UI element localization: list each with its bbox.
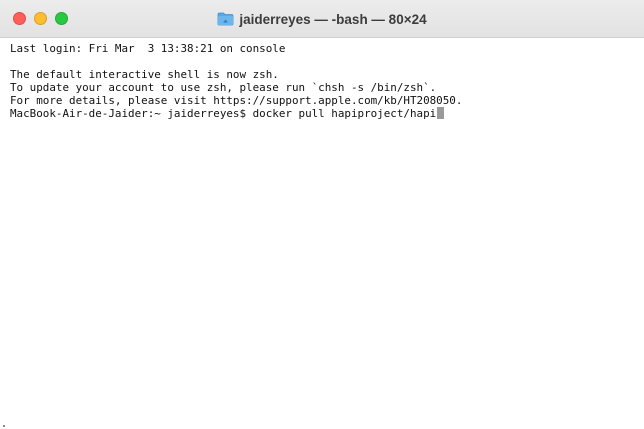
terminal-content[interactable]: Last login: Fri Mar 3 13:38:21 on consol… [10, 42, 638, 120]
terminal-line: The default interactive shell is now zsh… [10, 68, 279, 81]
terminal-line: To update your account to use zsh, pleas… [10, 81, 437, 94]
window-title-group: jaiderreyes — -bash — 80×24 [0, 9, 644, 29]
terminal-line: Last login: Fri Mar 3 13:38:21 on consol… [10, 42, 286, 55]
command-line[interactable]: MacBook-Air-de-Jaider:~ jaiderreyes$ doc… [10, 107, 638, 120]
typed-command: docker pull hapiproject/hapi [252, 107, 437, 120]
text-cursor [437, 107, 445, 119]
window-title: jaiderreyes — -bash — 80×24 [239, 11, 427, 27]
terminal-line: For more details, please visit https://s… [10, 94, 463, 107]
resize-corner-mark [3, 425, 5, 427]
shell-prompt: MacBook-Air-de-Jaider:~ jaiderreyes$ [10, 107, 253, 120]
title-bar[interactable]: jaiderreyes — -bash — 80×24 [0, 0, 644, 38]
terminal-window: jaiderreyes — -bash — 80×24 Last login: … [0, 0, 644, 429]
folder-icon [217, 12, 234, 26]
